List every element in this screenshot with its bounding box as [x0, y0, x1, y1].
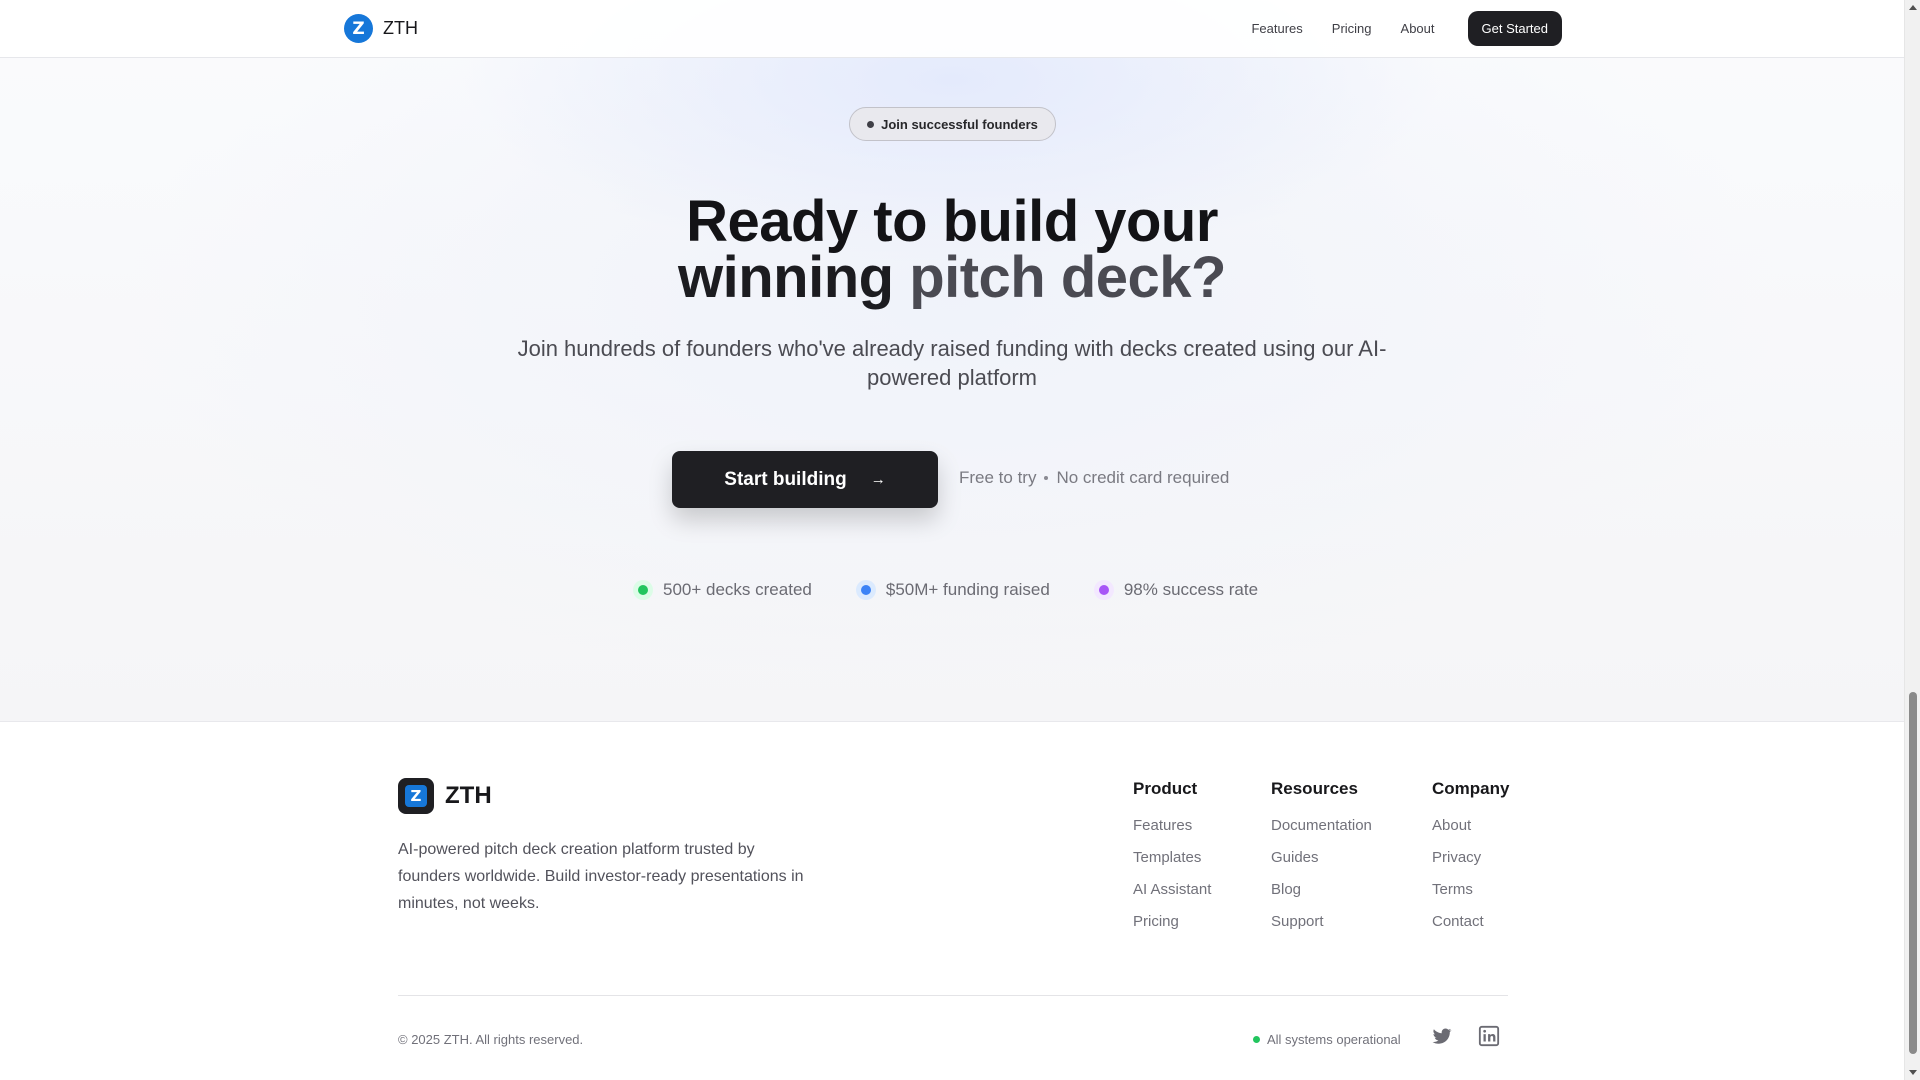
footer-logo[interactable]: Z ZTH: [398, 778, 492, 814]
separator-dot-icon: [1044, 476, 1049, 480]
footer-link-about[interactable]: About: [1432, 817, 1509, 849]
stats-row: 500+ decks created $50M+ funding raised …: [633, 580, 1258, 600]
start-building-label: Start building: [724, 468, 847, 490]
footer-link-privacy[interactable]: Privacy: [1432, 849, 1509, 881]
footer-link-support[interactable]: Support: [1271, 913, 1372, 945]
scrollbar-thumb[interactable]: [1909, 692, 1917, 1054]
start-building-button[interactable]: Start building →: [672, 451, 938, 508]
stat-success-rate: 98% success rate: [1093, 580, 1259, 600]
footer-link-ai-assistant[interactable]: AI Assistant: [1133, 881, 1211, 913]
free-to-try-text: Free to try: [959, 468, 1037, 487]
footer-link-terms[interactable]: Terms: [1432, 881, 1509, 913]
get-started-button[interactable]: Get Started: [1467, 11, 1562, 46]
footer-column-product: Product Features Templates AI Assistant …: [1133, 779, 1211, 945]
copyright-text: © 2025 ZTH. All rights reserved.: [398, 1032, 584, 1047]
footer: Z ZTH AI-powered pitch deck creation pla…: [0, 722, 1904, 1080]
nav-logo[interactable]: Z ZTH: [344, 14, 418, 43]
footer-column-title: Company: [1432, 779, 1510, 798]
badge-label: Join successful founders: [881, 116, 1038, 132]
footer-description: AI-powered pitch deck creation platform …: [398, 841, 804, 912]
status-dot-icon: [1093, 580, 1114, 600]
scroll-up-icon[interactable]: [1909, 5, 1917, 10]
system-status: All systems operational: [1253, 1032, 1401, 1047]
footer-column-title: Product: [1133, 779, 1198, 798]
footer-column-resources: Resources Documentation Guides Blog Supp…: [1271, 779, 1372, 945]
footer-column-title: Resources: [1271, 779, 1358, 798]
footer-divider: [398, 995, 1508, 996]
footer-link-guides[interactable]: Guides: [1271, 849, 1372, 881]
footer-link-blog[interactable]: Blog: [1271, 881, 1372, 913]
stat-decks-created: 500+ decks created: [633, 580, 812, 600]
status-dot-icon: [633, 580, 653, 600]
linkedin-icon[interactable]: [1478, 1025, 1502, 1049]
stat-label: $50M+ funding raised: [885, 580, 1050, 599]
no-credit-card-text: No credit card required: [1056, 468, 1230, 487]
status-dot-icon: [855, 580, 876, 600]
nav-link-features[interactable]: Features: [1251, 21, 1302, 36]
footer-link-contact[interactable]: Contact: [1432, 913, 1509, 945]
nav-brand-name: ZTH: [383, 18, 418, 38]
stat-label: 98% success rate: [1123, 580, 1259, 599]
footer-link-templates[interactable]: Templates: [1133, 849, 1211, 881]
zth-logo-icon: Z: [398, 778, 434, 814]
headline-line-2b: pitch deck?: [909, 245, 1226, 310]
scroll-down-icon[interactable]: [1909, 1070, 1917, 1075]
system-status-label: All systems operational: [1267, 1032, 1401, 1047]
footer-link-pricing[interactable]: Pricing: [1133, 913, 1211, 945]
headline-line-1: Ready to build your: [686, 189, 1218, 254]
arrow-right-icon: →: [870, 471, 886, 488]
badge-dot-icon: [867, 120, 875, 128]
footer-link-documentation[interactable]: Documentation: [1271, 817, 1372, 849]
status-dot-icon: [1253, 1036, 1260, 1043]
nav-links: Features Pricing About Get Started: [1251, 11, 1562, 46]
stat-funding-raised: $50M+ funding raised: [855, 580, 1050, 600]
headline-line-2a: winning: [678, 245, 910, 310]
hero-headline: Ready to build your winning pitch deck?: [452, 189, 1452, 307]
hero-section: Join successful founders Ready to build …: [0, 0, 1904, 722]
nav-link-pricing[interactable]: Pricing: [1332, 21, 1372, 36]
join-founders-badge: Join successful founders: [849, 107, 1056, 141]
hero-subheading: Join hundreds of founders who've already…: [517, 336, 1387, 390]
stat-label: 500+ decks created: [663, 580, 812, 599]
footer-link-features[interactable]: Features: [1133, 817, 1211, 849]
page-scrollbar[interactable]: [1904, 0, 1920, 1080]
page: Join successful founders Ready to build …: [0, 0, 1904, 1080]
top-navbar: Z ZTH Features Pricing About Get Started: [0, 0, 1904, 58]
footer-column-company: Company About Privacy Terms Contact: [1432, 779, 1509, 945]
footer-brand-name: ZTH: [445, 782, 492, 809]
nav-link-about[interactable]: About: [1401, 21, 1435, 36]
zth-logo-icon: Z: [344, 14, 373, 43]
zth-logo-letter: Z: [405, 785, 427, 807]
cta-note: Free to try No credit card required: [959, 468, 1229, 488]
twitter-icon[interactable]: [1431, 1025, 1455, 1049]
